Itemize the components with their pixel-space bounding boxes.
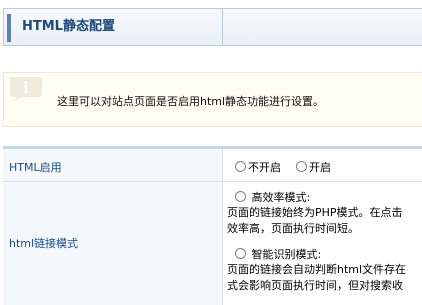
value-cell: 不开启 开启 bbox=[224, 149, 422, 181]
page-title: HTML静态配置 bbox=[22, 19, 115, 34]
radio-disable[interactable]: 不开启 bbox=[235, 159, 281, 175]
html-enable-label: HTML启用 bbox=[9, 161, 62, 174]
radio-efficient-mode[interactable]: 高效率模式: bbox=[235, 189, 310, 205]
info-icon: i bbox=[10, 77, 42, 101]
link-mode-label: html链接模式 bbox=[9, 237, 79, 250]
settings-table: HTML启用 不开启 开启 html链接模式 高效率模式: 页面的链接始终为PH… bbox=[3, 146, 422, 305]
svg-text:i: i bbox=[23, 79, 29, 97]
smart-mode-label: 智能识别模式: bbox=[251, 248, 322, 261]
radio-circle-icon[interactable] bbox=[296, 161, 307, 172]
radio-circle-icon[interactable] bbox=[235, 161, 246, 172]
radio-circle-icon[interactable] bbox=[235, 248, 246, 259]
efficient-mode-desc-2: 效率高，页面执行时间短。 bbox=[227, 222, 359, 235]
smart-mode-desc-1: 页面的链接会自动判断html文件存在 bbox=[227, 263, 407, 276]
efficient-mode-desc-1: 页面的链接始终为PHP模式。在点击 bbox=[227, 206, 403, 219]
radio-enable[interactable]: 开启 bbox=[296, 159, 331, 175]
radio-disable-label: 不开启 bbox=[248, 161, 281, 174]
radio-enable-label: 开启 bbox=[309, 161, 331, 174]
page: HTML静态配置 i 这里可以对站点页面是否启用html静态功能进行设置。 HT… bbox=[0, 0, 422, 305]
smart-mode-desc-2: 式会影响页面执行时间，但对搜索收 bbox=[227, 279, 403, 292]
title-bar: HTML静态配置 bbox=[3, 8, 422, 46]
label-cell: HTML启用 bbox=[3, 149, 223, 181]
radio-smart-mode[interactable]: 智能识别模式: bbox=[235, 246, 321, 262]
notice-box: i 这里可以对站点页面是否启用html静态功能进行设置。 bbox=[3, 72, 422, 127]
label-cell: html链接模式 bbox=[3, 182, 223, 305]
setting-row-link-mode: html链接模式 高效率模式: 页面的链接始终为PHP模式。在点击 效率高，页面… bbox=[3, 182, 422, 305]
efficient-mode-label: 高效率模式: bbox=[251, 191, 311, 204]
radio-circle-icon[interactable] bbox=[235, 191, 246, 202]
title-accent-bar bbox=[7, 14, 11, 42]
setting-row-html-enable: HTML启用 不开启 开启 bbox=[3, 149, 422, 182]
title-divider bbox=[222, 9, 223, 45]
value-cell: 高效率模式: 页面的链接始终为PHP模式。在点击 效率高，页面执行时间短。 智能… bbox=[224, 182, 422, 305]
notice-text: 这里可以对站点页面是否启用html静态功能进行设置。 bbox=[57, 95, 325, 108]
